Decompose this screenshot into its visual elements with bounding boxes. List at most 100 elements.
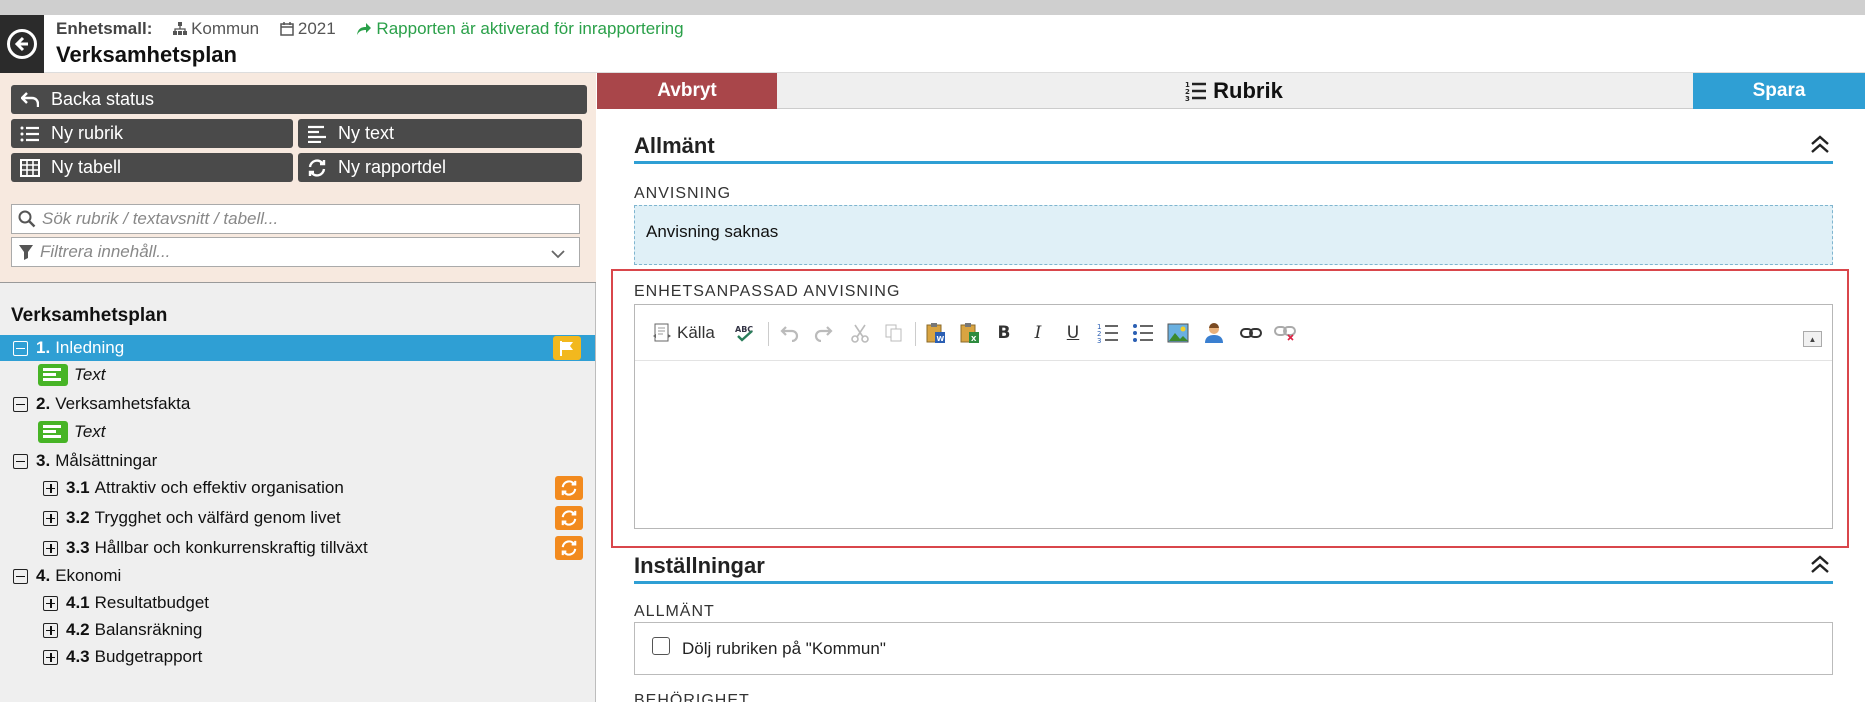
tree-item-label: Ekonomi bbox=[55, 566, 122, 585]
tree-item-label: Budgetrapport bbox=[94, 647, 203, 666]
section-settings-header[interactable]: Inställningar bbox=[634, 550, 1833, 584]
double-chevron-up-icon[interactable] bbox=[1809, 134, 1831, 160]
org-label: Kommun bbox=[191, 19, 260, 38]
window-top-strip bbox=[0, 0, 1865, 15]
editor-toolbar: Källa ABC W X B I U 123 ▲ bbox=[635, 305, 1832, 361]
unlink-icon[interactable] bbox=[1272, 320, 1298, 346]
expand-toggle[interactable] bbox=[43, 480, 58, 496]
filter-icon bbox=[19, 245, 33, 260]
instruction-label: ANVISNING bbox=[634, 185, 732, 202]
hide-heading-checkbox[interactable] bbox=[652, 636, 670, 655]
tree-title: Verksamhetsplan bbox=[11, 305, 168, 326]
tree-item-4-3[interactable]: 4.3 Budgetrapport bbox=[0, 644, 595, 670]
sidebar: Backa status Ny rubrik Ny text Ny tabell… bbox=[0, 73, 596, 702]
tree-item-label: Resultatbudget bbox=[94, 593, 210, 612]
tree-item-3-3[interactable]: 3.3 Hållbar och konkurrenskraftig tillvä… bbox=[0, 535, 595, 561]
tree-item-3-2[interactable]: 3.2 Trygghet och välfärd genom livet bbox=[0, 505, 595, 531]
bullet-list-icon[interactable] bbox=[1130, 320, 1156, 346]
instruction-box: Anvisning saknas bbox=[634, 205, 1833, 265]
svg-text:X: X bbox=[971, 335, 977, 343]
sync-icon[interactable] bbox=[555, 506, 583, 530]
cut-icon[interactable] bbox=[847, 320, 873, 346]
tree-item-4-1[interactable]: 4.1 Resultatbudget bbox=[0, 590, 595, 616]
paste-word-icon[interactable]: W bbox=[923, 320, 949, 346]
triangle-up-icon: ▲ bbox=[1808, 334, 1817, 344]
double-chevron-up-icon[interactable] bbox=[1809, 554, 1831, 580]
calendar-icon bbox=[280, 22, 294, 36]
new-table-button[interactable]: Ny tabell bbox=[11, 153, 293, 182]
back-button[interactable] bbox=[0, 15, 44, 73]
ordered-list-icon[interactable]: 123 bbox=[1095, 320, 1121, 346]
org-crumb[interactable]: Kommun bbox=[173, 19, 259, 38]
tree-item-number: 4.3 bbox=[66, 647, 90, 666]
source-doc-icon bbox=[653, 323, 671, 342]
collapse-toggle[interactable] bbox=[13, 568, 28, 584]
expand-toggle[interactable] bbox=[43, 540, 58, 556]
new-text-button[interactable]: Ny text bbox=[298, 119, 582, 148]
expand-toggle[interactable] bbox=[43, 510, 58, 526]
new-heading-button[interactable]: Ny rubrik bbox=[11, 119, 293, 148]
collapse-toggle[interactable] bbox=[13, 396, 28, 412]
template-label: Enhetsmall: bbox=[56, 19, 153, 38]
collapse-toggle[interactable] bbox=[13, 340, 28, 356]
user-icon[interactable] bbox=[1201, 320, 1227, 346]
page-title: Verksamhetsplan bbox=[56, 42, 237, 67]
expand-toggle[interactable] bbox=[43, 622, 58, 638]
tree-item-text[interactable]: Text bbox=[0, 362, 595, 388]
tree-item-ekonomi[interactable]: 4. Ekonomi bbox=[0, 563, 595, 589]
text-block-icon bbox=[38, 421, 68, 443]
svg-text:W: W bbox=[937, 335, 945, 343]
tree-item-number: 3.3 bbox=[66, 538, 90, 557]
rich-text-editor[interactable]: Källa ABC W X B I U 123 ▲ bbox=[634, 304, 1833, 529]
tree-item-4-2[interactable]: 4.2 Balansräkning bbox=[0, 617, 595, 643]
tree-item-label: Trygghet och välfärd genom livet bbox=[94, 508, 341, 527]
underline-icon[interactable]: U bbox=[1060, 320, 1086, 346]
save-button[interactable]: Spara bbox=[1693, 73, 1865, 109]
sync-icon[interactable] bbox=[555, 536, 583, 560]
tree-item-text[interactable]: Text bbox=[0, 419, 595, 445]
copy-icon[interactable] bbox=[881, 320, 907, 346]
tree-item-inledning[interactable]: 1. Inledning bbox=[0, 335, 595, 361]
spellcheck-icon[interactable]: ABC bbox=[732, 320, 758, 346]
tree-item-number: 4. bbox=[36, 566, 51, 585]
year-crumb[interactable]: 2021 bbox=[280, 19, 336, 38]
tree-item-malsattningar[interactable]: 3. Målsättningar bbox=[0, 448, 595, 474]
italic-icon[interactable]: I bbox=[1025, 320, 1051, 346]
hide-heading-option: Dölj rubriken på "Kommun" bbox=[634, 622, 1833, 675]
search-input[interactable]: Sök rubrik / textavsnitt / tabell... bbox=[11, 204, 580, 234]
image-icon[interactable] bbox=[1165, 320, 1191, 346]
new-report-part-label: Ny rapportdel bbox=[338, 157, 447, 177]
cancel-button[interactable]: Avbryt bbox=[597, 73, 777, 109]
sync-icon[interactable] bbox=[555, 476, 583, 500]
redo-icon[interactable] bbox=[810, 320, 836, 346]
tree-item-label: Balansräkning bbox=[94, 620, 203, 639]
expand-toggle[interactable] bbox=[43, 649, 58, 665]
section-general-header[interactable]: Allmänt bbox=[634, 130, 1833, 164]
bold-icon[interactable]: B bbox=[991, 320, 1017, 346]
section-title: Allmänt bbox=[634, 133, 715, 158]
action-bar: Avbryt 123 Rubrik Spara bbox=[597, 73, 1865, 109]
tree-item-label: Hållbar och konkurrenskraftig tillväxt bbox=[94, 538, 368, 557]
tree-item-number: 3.1 bbox=[66, 478, 90, 497]
collapse-toolbar-button[interactable]: ▲ bbox=[1803, 331, 1822, 347]
collapse-toggle[interactable] bbox=[13, 453, 28, 469]
chevron-down-icon bbox=[551, 244, 571, 264]
source-button[interactable]: Källa bbox=[651, 320, 723, 346]
breadcrumb: Enhetsmall: Kommun 2021 Rapporten är akt… bbox=[56, 19, 684, 39]
back-status-button[interactable]: Backa status bbox=[11, 85, 587, 114]
sidebar-toolbar: Backa status Ny rubrik Ny text Ny tabell… bbox=[0, 73, 596, 283]
undo-icon[interactable] bbox=[777, 320, 803, 346]
flag-icon[interactable] bbox=[553, 336, 581, 360]
filter-select[interactable]: Filtrera innehåll... bbox=[11, 237, 580, 267]
tree-item-verksamhetsfakta[interactable]: 2. Verksamhetsfakta bbox=[0, 391, 595, 417]
editor-heading: 123 Rubrik bbox=[777, 73, 1691, 109]
expand-toggle[interactable] bbox=[43, 595, 58, 611]
link-icon[interactable] bbox=[1238, 320, 1264, 346]
back-status-label: Backa status bbox=[51, 89, 155, 109]
paste-excel-icon[interactable]: X bbox=[957, 320, 983, 346]
tree-item-3-1[interactable]: 3.1 Attraktiv och effektiv organisation bbox=[0, 475, 595, 501]
table-icon bbox=[19, 158, 41, 178]
new-text-label: Ny text bbox=[338, 123, 395, 143]
new-report-part-button[interactable]: Ny rapportdel bbox=[298, 153, 582, 182]
tree-item-number: 1. bbox=[36, 338, 51, 357]
